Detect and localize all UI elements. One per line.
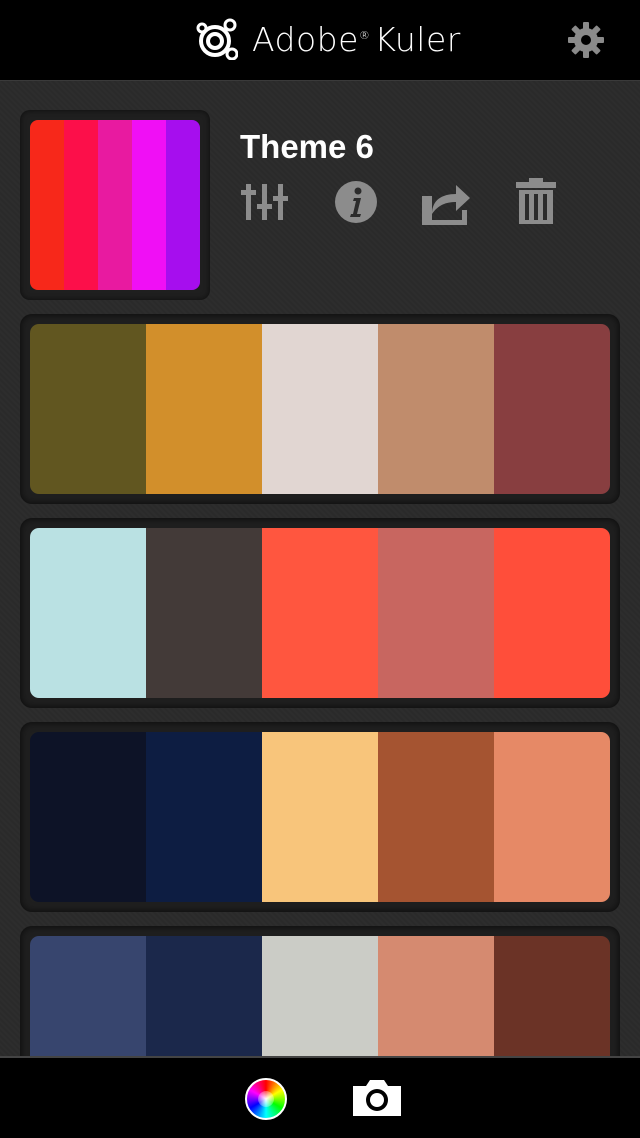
color-swatch <box>378 324 494 494</box>
color-swatch <box>146 732 262 902</box>
selected-theme-swatches <box>30 120 200 290</box>
color-swatch <box>146 528 262 698</box>
theme-swatches <box>30 528 610 698</box>
color-swatch <box>30 732 146 902</box>
color-swatch <box>98 120 132 290</box>
theme-title: Theme 6 <box>240 128 374 165</box>
color-swatch <box>64 120 98 290</box>
theme-card[interactable] <box>20 314 620 504</box>
share-icon[interactable] <box>418 176 472 230</box>
color-swatch <box>132 120 166 290</box>
trash-icon[interactable] <box>510 176 564 230</box>
color-swatch <box>378 732 494 902</box>
theme-card[interactable] <box>20 518 620 708</box>
sliders-icon[interactable] <box>240 176 294 230</box>
selected-theme-thumbnail[interactable] <box>20 110 210 300</box>
color-swatch <box>494 732 610 902</box>
color-swatch <box>146 324 262 494</box>
color-swatch <box>262 324 378 494</box>
top-bar: Adobe® Kuler <box>0 0 640 81</box>
bottom-tab-bar <box>0 1056 640 1138</box>
color-swatch <box>30 120 64 290</box>
color-swatch <box>262 732 378 902</box>
color-swatch <box>30 324 146 494</box>
info-icon[interactable] <box>330 176 384 230</box>
theme-swatches <box>30 324 610 494</box>
camera-icon[interactable] <box>350 1076 404 1120</box>
color-swatch <box>30 528 146 698</box>
color-swatch <box>494 324 610 494</box>
color-swatch <box>262 528 378 698</box>
app-logo: Adobe® Kuler <box>196 14 461 64</box>
color-swatch <box>166 120 200 290</box>
color-swatch <box>378 528 494 698</box>
kuler-logo-icon <box>196 18 238 60</box>
color-swatch <box>494 528 610 698</box>
gear-icon[interactable] <box>566 20 606 60</box>
theme-swatches <box>30 732 610 902</box>
theme-card[interactable] <box>20 722 620 912</box>
app-title: Adobe® Kuler <box>252 19 461 59</box>
color-wheel-icon[interactable] <box>245 1078 287 1120</box>
